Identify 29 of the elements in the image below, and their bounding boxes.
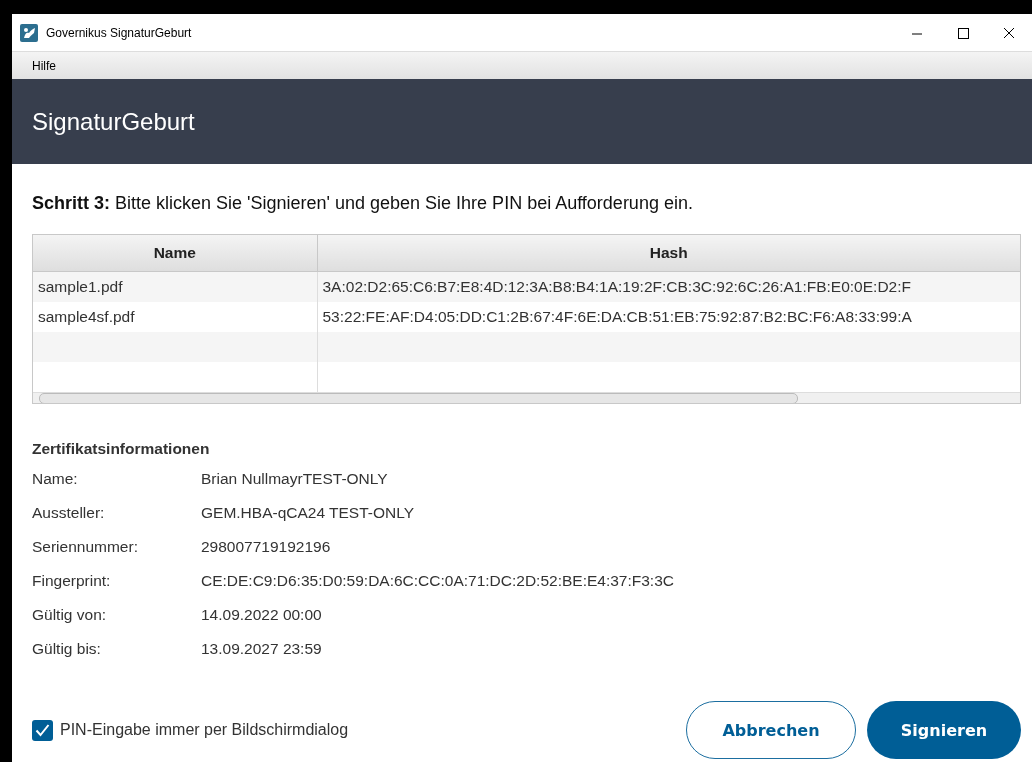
horizontal-scrollbar[interactable] (33, 392, 1020, 403)
menu-item[interactable]: Hilfe (22, 58, 68, 73)
app-icon (20, 23, 38, 42)
sign-button[interactable]: Signieren (867, 701, 1021, 759)
field-value: GEM.HBA-qCA24 TEST-ONLY (201, 503, 416, 523)
field-value: CE:DE:C9:D6:35:D0:59:DA:6C:CC:0A:71:DC:2D:52:BE:E4:37:F3:3C (201, 571, 674, 591)
section-title: Zertifikatsinformationen (32, 440, 211, 458)
field-label: Seriennummer: (32, 537, 139, 557)
header-title: SignaturGeburt (32, 107, 195, 136)
window-title: Governikus SignaturGeburt (46, 25, 193, 40)
field-value: Brian NullmayrTEST-ONLY (201, 469, 389, 489)
file-name-cell: sample4sf.pdf (38, 308, 135, 325)
field-label: Fingerprint: (32, 571, 112, 591)
field-label: Name: (32, 469, 79, 489)
hash-cell: 53:22:FE:AF:D4:05:DD:C1:2B:67:4F:6E:DA:CB:51:EB:75:92:87:B2:BC:F6:A8:33:99:A (322, 308, 912, 325)
field-value: 298007719192196 (201, 537, 332, 557)
instruction-text: Schritt 3: Bitte klicken Sie 'Signieren' und geben Sie Ihre PIN bei Aufforderung ein. (32, 193, 694, 214)
checkbox-label: PIN-Eingabe immer per Bildschirmdialog (60, 721, 350, 739)
field-label: Gültig von: (32, 605, 108, 625)
cancel-button[interactable]: Abbrechen (686, 701, 856, 759)
field-value: 13.09.2027 23:59 (201, 639, 323, 659)
checkbox[interactable] (32, 719, 53, 741)
column-header[interactable]: Hash (317, 235, 1020, 272)
hash-cell: 3A:02:D2:65:C6:B7:E8:4D:12:3A:B8:B4:1A:19:2F:CB:3C:92:6C:26:A1:FB:E0:0E:D2:F (322, 278, 911, 295)
field-value: 14.09.2022 00:00 (201, 605, 323, 625)
file-name-cell: sample1.pdf (38, 278, 123, 295)
field-label: Gültig bis: (32, 639, 102, 659)
column-header[interactable]: Name (33, 235, 317, 272)
field-label: Aussteller: (32, 503, 106, 523)
